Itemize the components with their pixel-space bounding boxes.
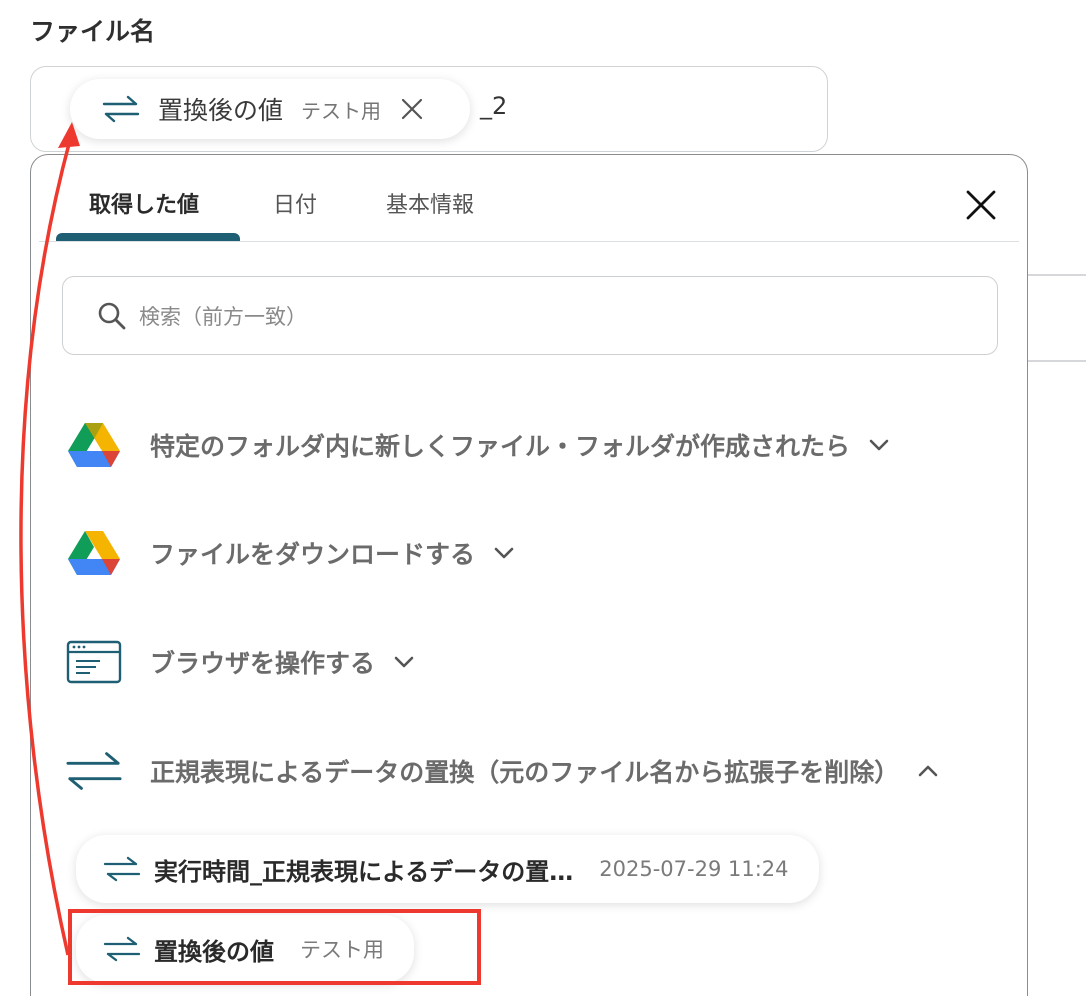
swap-arrows-icon — [102, 95, 140, 123]
close-icon[interactable] — [963, 187, 999, 223]
section-label: ブラウザを操作する — [150, 649, 376, 678]
google-drive-icon — [66, 419, 122, 471]
background-divider — [1028, 360, 1086, 362]
search-input[interactable]: 検索（前方一致） — [62, 276, 998, 355]
field-label: ファイル名 — [30, 17, 156, 46]
google-drive-icon — [66, 527, 122, 579]
tab-date[interactable]: 日付 — [273, 187, 317, 219]
section-drive-download[interactable]: ファイルをダウンロードする — [66, 527, 515, 579]
background-divider — [1028, 274, 1086, 276]
section-browser[interactable]: ブラウザを操作する — [66, 636, 415, 688]
search-placeholder: 検索（前方一致） — [139, 304, 307, 329]
section-regex-replace[interactable]: 正規表現によるデータの置換（元のファイル名から拡張子を削除） — [66, 745, 939, 797]
item-label: 実行時間_正規表現によるデータの置… — [154, 857, 574, 886]
tabs-divider — [39, 241, 1019, 242]
swap-arrows-icon — [103, 856, 141, 882]
tab-basic-info[interactable]: 基本情報 — [386, 187, 474, 219]
chevron-down-icon — [869, 439, 889, 451]
chevron-down-icon — [394, 656, 414, 668]
tab-acquired-values[interactable]: 取得した値 — [89, 187, 199, 219]
filename-suffix-text: _2 — [480, 92, 508, 120]
chip-sublabel: テスト用 — [301, 98, 382, 123]
remove-chip-icon[interactable] — [399, 96, 425, 122]
value-picker-panel: 取得した値 日付 基本情報 検索（前方一致） 特定のフォルダ内に新しくファイル・… — [30, 154, 1028, 996]
item-sublabel: 2025-07-29 11:24 — [599, 857, 789, 881]
chevron-down-icon — [494, 547, 514, 559]
section-label: ファイルをダウンロードする — [150, 540, 476, 569]
browser-window-icon — [66, 636, 122, 688]
active-tab-indicator — [56, 233, 240, 241]
chevron-up-icon — [918, 765, 938, 777]
section-label: 正規表現によるデータの置換（元のファイル名から拡張子を削除） — [150, 758, 900, 787]
swap-arrows-icon — [66, 745, 122, 797]
chip-label: 置換後の値 — [158, 96, 284, 125]
section-drive-trigger[interactable]: 特定のフォルダ内に新しくファイル・フォルダが作成されたら — [66, 419, 890, 471]
search-icon — [98, 302, 126, 329]
section-label: 特定のフォルダ内に新しくファイル・フォルダが作成されたら — [150, 432, 851, 461]
annotation-highlight-box — [68, 909, 481, 985]
selected-value-chip[interactable]: 置換後の値 テスト用 — [70, 79, 470, 139]
value-item-exec-time[interactable]: 実行時間_正規表現によるデータの置… 2025-07-29 11:24 — [76, 835, 819, 903]
